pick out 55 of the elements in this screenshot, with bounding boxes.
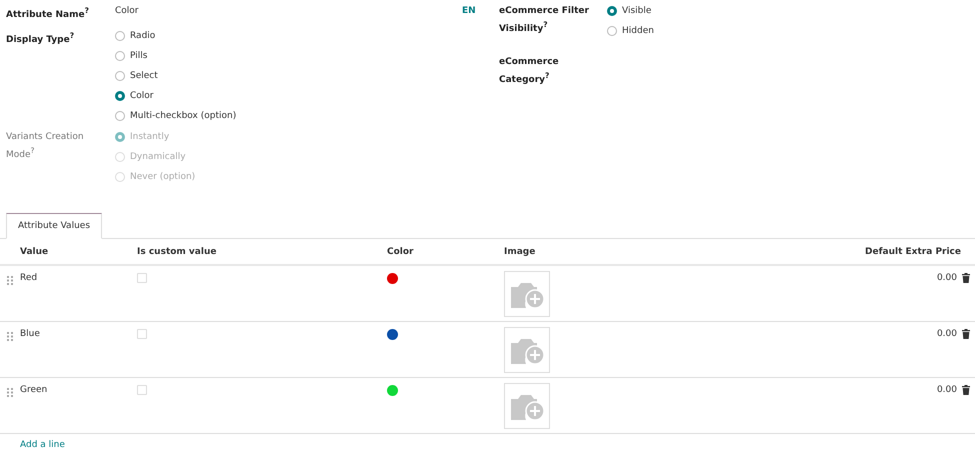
table-cell-text: Green [20, 385, 48, 395]
checkbox[interactable] [137, 385, 147, 395]
radio-option: Instantly [115, 130, 196, 144]
color-dot[interactable] [387, 273, 398, 284]
radio-button[interactable] [115, 31, 125, 41]
checkbox[interactable] [137, 273, 147, 283]
trash-icon[interactable] [962, 273, 970, 283]
drag-handle-icon[interactable] [7, 276, 13, 285]
radio-option[interactable]: Hidden [607, 24, 654, 38]
radio-option[interactable]: Visible [607, 4, 654, 18]
image-upload-button[interactable] [504, 327, 550, 373]
color-dot[interactable] [387, 385, 398, 396]
column-header[interactable]: Is custom value [137, 246, 387, 256]
drag-handle-icon[interactable] [7, 388, 13, 397]
field-label: Variants Creation Mode$^{?}$ [6, 131, 85, 162]
field-label: eCommerce Filter Visibility$^{?}$ [499, 5, 590, 36]
radio-option[interactable]: Select [115, 69, 236, 83]
table-cell: 0.00 [936, 273, 957, 283]
drag-handle-icon[interactable] [7, 332, 13, 341]
radio-button[interactable] [115, 51, 125, 61]
language-button[interactable]: EN [462, 4, 499, 213]
column-header[interactable]: Color [387, 246, 504, 256]
table-row[interactable]: Red 0.00 [0, 266, 975, 322]
table-row[interactable]: Blue 0.00 [0, 322, 975, 378]
checkbox[interactable] [137, 329, 147, 339]
column-header[interactable]: Default Extra Price [784, 246, 975, 256]
radio-option[interactable]: Color [115, 89, 236, 103]
table-row[interactable]: Green 0.00 [0, 378, 975, 434]
table-cell-text: Blue [20, 329, 41, 339]
tab[interactable]: Attribute Values [6, 213, 102, 239]
field-label: Attribute Name$^{?}$ [6, 5, 90, 22]
radio-option: Dynamically [115, 150, 196, 164]
radio-button[interactable] [607, 26, 617, 36]
field-label: Display Type$^{?}$ [6, 30, 76, 47]
radio-button[interactable] [607, 6, 617, 16]
color-dot[interactable] [387, 329, 398, 340]
table-cell: 0.00 [936, 329, 957, 339]
radio-button[interactable] [115, 71, 125, 81]
column-header[interactable]: Image [504, 246, 784, 256]
radio-option[interactable]: Pills [115, 49, 236, 63]
trash-icon[interactable] [962, 385, 970, 395]
radio-option: Never (option) [115, 170, 196, 184]
radio-button[interactable] [115, 111, 125, 121]
radio-option[interactable]: Radio [115, 29, 236, 43]
field-label: eCommerce Category$^{?}$ [499, 56, 560, 87]
radio-button[interactable] [115, 91, 125, 101]
trash-icon[interactable] [962, 329, 970, 339]
table-cell: 0.00 [936, 385, 957, 395]
radio-option[interactable]: Multi-checkbox (option) [115, 109, 236, 123]
column-header[interactable]: Value [20, 246, 137, 256]
image-upload-button[interactable] [504, 271, 550, 317]
attribute-name-value: Color [115, 5, 138, 18]
image-upload-button[interactable] [504, 383, 550, 429]
table-cell-text: Red [20, 273, 38, 283]
add-line-link[interactable]: Add a line [20, 440, 65, 450]
